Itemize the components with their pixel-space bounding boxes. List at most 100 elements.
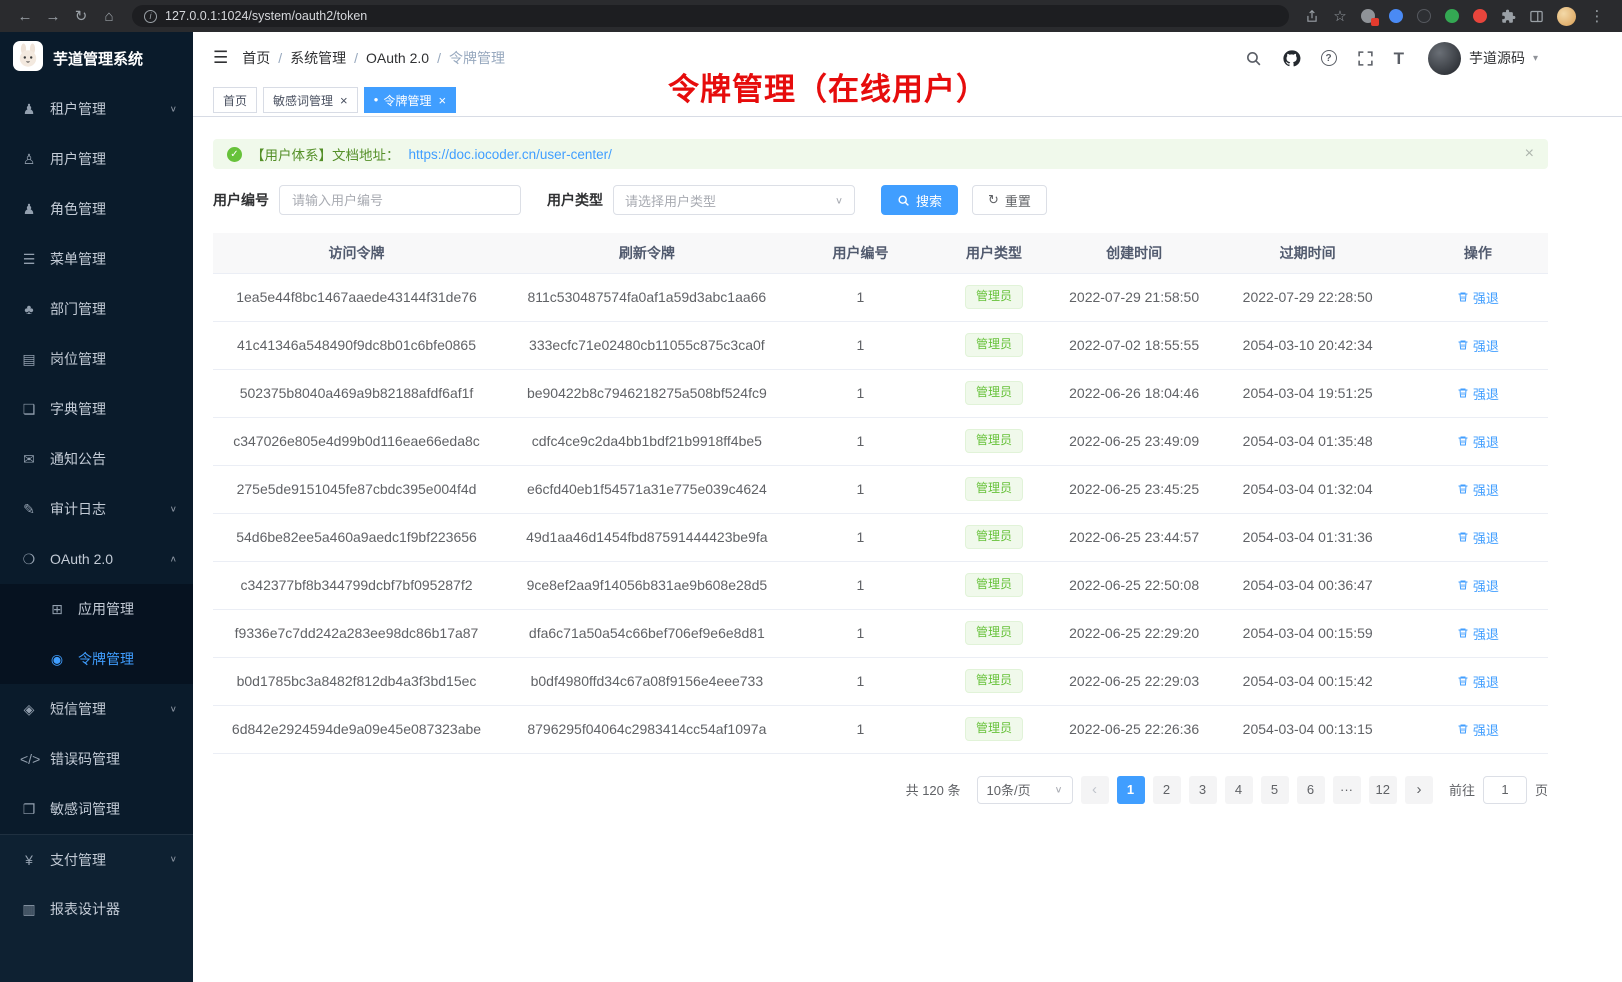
extension-icon[interactable] [1473,9,1487,23]
browser-profile-avatar[interactable] [1557,7,1576,26]
page-number-button[interactable]: 4 [1225,776,1253,804]
logo-bar[interactable]: 芋道管理系统 [0,32,193,84]
sidebar-item[interactable]: ❐ 敏感词管理 [0,784,193,834]
page-number-button[interactable]: 1 [1117,776,1145,804]
cell-access-token: c347026e805e4d99b0d116eae66eda8c [213,417,500,465]
search-button[interactable]: 搜索 [881,185,958,215]
cell-user-id: 1 [794,513,928,561]
cell-user-id: 1 [794,369,928,417]
breadcrumb-label[interactable]: OAuth 2.0 [366,50,429,66]
sidebar-item-label: OAuth 2.0 [50,551,158,567]
refresh-icon: ↻ [988,192,999,208]
back-icon[interactable]: ← [12,4,38,28]
sidebar-item[interactable]: ❏ 字典管理 [0,384,193,434]
next-page-button[interactable]: › [1405,776,1433,804]
goto-suffix: 页 [1535,780,1548,799]
sidebar-item[interactable]: ✉ 通知公告 [0,434,193,484]
page-number-button[interactable]: 2 [1153,776,1181,804]
user-type-select[interactable]: 请选择用户类型 ∨ [613,185,855,215]
page-number-button[interactable]: 6 [1297,776,1325,804]
breadcrumb-label[interactable]: 系统管理 [290,48,346,68]
force-logout-button[interactable]: 强退 [1457,384,1499,403]
help-icon[interactable]: ? [1321,50,1337,66]
reset-button[interactable]: ↻ 重置 [972,185,1047,215]
sidebar-item[interactable]: ▤ 岗位管理 [0,334,193,384]
site-info-icon[interactable]: i [144,10,157,23]
trash-icon [1457,627,1469,639]
table-row: 1ea5e44f8bc1467aaede43144f31de76 811c530… [213,273,1548,321]
goto-page-input[interactable] [1483,776,1527,804]
sidebar-item-icon: ♟ [20,201,38,218]
sidebar-item-icon: ◈ [20,701,38,718]
tab[interactable]: 敏感词管理 × [263,87,358,113]
bookmark-star-icon[interactable]: ☆ [1327,4,1353,28]
force-logout-button[interactable]: 强退 [1457,432,1499,451]
tab[interactable]: 首页 [213,87,257,113]
search-icon[interactable] [1245,50,1262,67]
sidebar-item[interactable]: ◉ 令牌管理 [0,634,193,684]
force-logout-button[interactable]: 强退 [1457,528,1499,547]
share-icon[interactable] [1299,4,1325,28]
extension-icon[interactable] [1417,9,1431,23]
cell-refresh-token: b0df4980ffd34c67a08f9156e4eee733 [500,657,794,705]
sidebar-item[interactable]: ✎ 审计日志 ∨ [0,484,193,534]
sidebar-item[interactable]: ☰ 菜单管理 [0,234,193,284]
github-icon[interactable] [1282,49,1301,68]
extension-icon[interactable] [1361,9,1375,23]
topbar: ☰ 首页 / 系统管理 / OAuth 2.0 / 令牌管理 [193,32,1622,84]
sidebar-menu: ♟ 租户管理 ∨ ♙ 用户管理 ♟ 角色管理 ☰ 菜单管理 ♣ [0,84,193,934]
page-number-button[interactable]: ··· [1333,776,1361,804]
force-logout-button[interactable]: 强退 [1457,336,1499,355]
collapse-sidebar-icon[interactable]: ☰ [213,48,228,68]
extensions-puzzle-icon[interactable] [1495,4,1521,28]
banner-close-icon[interactable]: × [1525,145,1534,163]
page-size-select[interactable]: 10条/页 ∨ [977,776,1073,804]
browser-menu-icon[interactable]: ⋮ [1584,4,1610,28]
force-logout-button[interactable]: 强退 [1457,288,1499,307]
sidebar-item[interactable]: ♣ 部门管理 [0,284,193,334]
breadcrumb-label[interactable]: 首页 [242,48,270,68]
sidebar-item[interactable]: ♟ 角色管理 [0,184,193,234]
force-logout-button[interactable]: 强退 [1457,480,1499,499]
tab-label: 首页 [223,92,247,109]
forward-icon[interactable]: → [40,4,66,28]
sidebar-item[interactable]: ♟ 租户管理 ∨ [0,84,193,134]
cell-refresh-token: dfa6c71a50a54c66bef706ef9e6e8d81 [500,609,794,657]
url-bar[interactable]: i 127.0.0.1:1024/system/oauth2/token [132,5,1289,27]
extension-icon[interactable] [1389,9,1403,23]
reload-icon[interactable]: ↻ [68,4,94,28]
home-icon[interactable]: ⌂ [96,4,122,28]
page-number-button[interactable]: 12 [1369,776,1397,804]
doc-link[interactable]: https://doc.iocoder.cn/user-center/ [409,147,612,162]
force-logout-button[interactable]: 强退 [1457,576,1499,595]
font-size-icon[interactable]: T [1394,50,1404,67]
tab[interactable]: ● 令牌管理 × [364,87,456,113]
chevron-down-icon: ∨ [835,194,843,205]
page-number-button[interactable]: 5 [1261,776,1289,804]
user-id-input[interactable] [279,185,521,215]
force-logout-button[interactable]: 强退 [1457,672,1499,691]
breadcrumb-item: 首页 / [242,48,282,68]
force-logout-button[interactable]: 强退 [1457,720,1499,739]
extension-icon[interactable] [1445,9,1459,23]
cell-access-token: 6d842e2924594de9a09e45e087323abe [213,705,500,753]
sidebar-item[interactable]: ▥ 报表设计器 [0,884,193,934]
breadcrumb-label[interactable]: 令牌管理 [449,48,505,68]
tab-close-icon[interactable]: × [438,93,446,108]
sidebar-item[interactable]: ⊞ 应用管理 [0,584,193,634]
sidebar-item[interactable]: </> 错误码管理 [0,734,193,784]
side-panel-icon[interactable] [1523,4,1549,28]
force-logout-button[interactable]: 强退 [1457,624,1499,643]
tab-close-icon[interactable]: × [340,93,348,108]
sidebar-item[interactable]: ♙ 用户管理 [0,134,193,184]
sidebar-item[interactable]: ❍ OAuth 2.0 ∧ [0,534,193,584]
sidebar-item[interactable]: ¥ 支付管理 ∨ [0,834,193,884]
cell-refresh-token: 8796295f04064c2983414cc54af1097a [500,705,794,753]
fullscreen-icon[interactable] [1357,50,1374,67]
page-number-button[interactable]: 3 [1189,776,1217,804]
user-type-badge: 管理员 [965,477,1023,501]
prev-page-button[interactable]: ‹ [1081,776,1109,804]
user-profile[interactable]: 芋道源码 ▾ [1428,42,1538,75]
sidebar-item[interactable]: ◈ 短信管理 ∨ [0,684,193,734]
app: 芋道管理系统 ♟ 租户管理 ∨ ♙ 用户管理 ♟ 角色管理 ☰ [0,32,1622,982]
